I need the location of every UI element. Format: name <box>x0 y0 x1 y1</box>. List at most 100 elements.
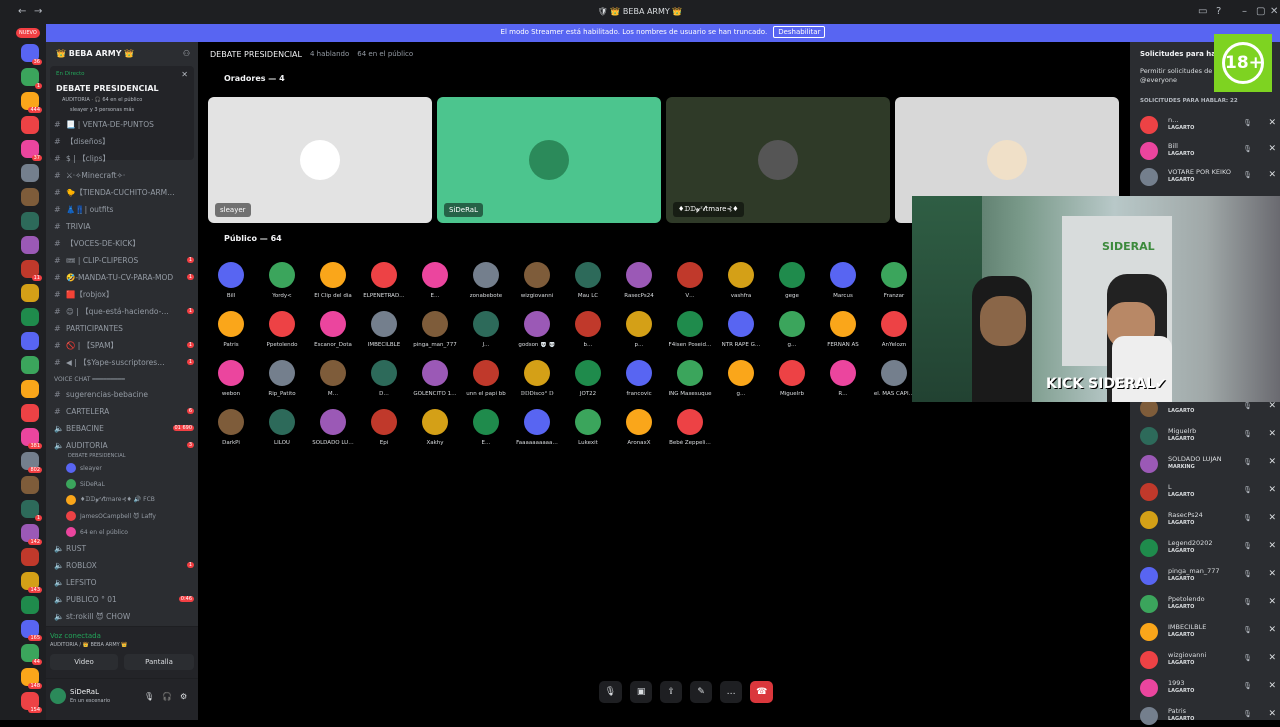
server-name[interactable]: 👑 BEBA ARMY 👑 <box>46 42 198 64</box>
invite-to-speak-icon[interactable]: 🎙 <box>1243 598 1252 606</box>
audience-member[interactable]: NTR RAPE G… <box>716 311 766 348</box>
request-item[interactable]: Miguelrb LAGARTO 🎙 ✕ <box>1140 425 1276 447</box>
channel-item[interactable]: # 🐤【TIENDA-CUCHITO-ARM… <box>54 184 194 200</box>
channel-item[interactable]: 🔈 BEBACINE 01 690 <box>54 420 194 436</box>
request-item[interactable]: pinga_man_777 LAGARTO 🎙 ✕ <box>1140 565 1276 587</box>
guild-icon[interactable]: 37 <box>21 140 42 161</box>
dismiss-icon[interactable]: ✕ <box>1268 144 1276 154</box>
audience-member[interactable]: ELPENETRAD… <box>359 262 409 299</box>
request-item[interactable]: n… LAGARTO 🎙 ✕ <box>1140 114 1276 136</box>
voice-member[interactable]: SiDeRaL <box>66 476 206 492</box>
request-item[interactable]: L LAGARTO 🎙 ✕ <box>1140 481 1276 503</box>
audience-member[interactable]: FERNAN AS <box>818 311 868 348</box>
audience-member[interactable]: LILOU <box>257 409 307 446</box>
dismiss-icon[interactable]: ✕ <box>1268 625 1276 635</box>
voice-member[interactable]: JamesOCampbell 😈 Laffy <box>66 508 206 524</box>
audience-member[interactable]: webon <box>206 360 256 397</box>
close-window-icon[interactable]: ✕ <box>1270 6 1278 17</box>
audience-member[interactable]: unn el papi bb <box>461 360 511 397</box>
audience-member[interactable]: F4isen Poseid… <box>665 311 715 348</box>
guild-icon[interactable]: 143 <box>21 572 42 593</box>
guild-icon[interactable] <box>21 596 39 614</box>
channel-item[interactable]: # 👗👖| outfits <box>54 201 194 217</box>
audience-member[interactable]: Faaaaaaaaaa… <box>512 409 562 446</box>
dismiss-icon[interactable]: ✕ <box>1268 541 1276 551</box>
channel-item[interactable]: # PARTICIPANTES <box>54 320 194 336</box>
invite-to-speak-icon[interactable]: 🎙 <box>1243 486 1252 494</box>
audience-member[interactable]: vashfra <box>716 262 766 299</box>
invite-to-speak-icon[interactable]: 🎙 <box>1243 570 1252 578</box>
audience-member[interactable]: g… <box>767 311 817 348</box>
audience-member[interactable]: zonabebote <box>461 262 511 299</box>
guild-icon[interactable]: 44 <box>21 644 42 665</box>
channel-item[interactable]: # ⚔·✧Minecraft✧· <box>54 167 194 183</box>
audience-member[interactable]: Patris <box>206 311 256 348</box>
guild-icon[interactable]: 165 <box>21 620 42 641</box>
audience-member[interactable]: gege <box>767 262 817 299</box>
channel-item[interactable]: # ◀ | 【$Yape-suscriptores… 1 <box>54 354 194 370</box>
dismiss-icon[interactable]: ✕ <box>1268 170 1276 180</box>
dismiss-icon[interactable]: ✕ <box>1268 597 1276 607</box>
guild-icon[interactable]: 1 <box>21 68 42 89</box>
guild-icon[interactable] <box>21 236 39 254</box>
channel-item[interactable]: 🔈 st:rokill 😈 CHOW <box>54 608 194 624</box>
speaker-tile[interactable]: ♦ᗪᗪ𝔂ᶻ𝓵tmare⊰♦ <box>666 97 890 223</box>
channel-item[interactable]: # 😊 | 【que-está-haciendo-… 1 <box>54 303 194 319</box>
channel-item[interactable]: # 🤣-MANDA-TU-CV-PARA-MOD 1 <box>54 269 194 285</box>
channel-item[interactable]: # sugerencias-bebacine <box>54 386 194 402</box>
audience-member[interactable]: ING Maxesuque <box>665 360 715 397</box>
invite-to-speak-icon[interactable]: 🎙 <box>1243 654 1252 662</box>
audience-member[interactable]: M… <box>308 360 358 397</box>
audience-member[interactable]: SOLDADO LU… <box>308 409 358 446</box>
audience-member[interactable]: GOLENCITO 1… <box>410 360 460 397</box>
audience-member[interactable]: Epi <box>359 409 409 446</box>
voice-member[interactable]: ♦ᗪᗪ𝔂ᶻ𝓵tmare⊰♦ 🔊 FCB <box>66 492 206 508</box>
request-item[interactable]: 1993 LAGARTO 🎙 ✕ <box>1140 677 1276 699</box>
guild-icon[interactable]: 36 <box>21 44 42 65</box>
audience-member[interactable]: IMBECILBLE <box>359 311 409 348</box>
inbox-icon[interactable]: ▭ <box>1198 6 1207 17</box>
invite-to-speak-icon[interactable]: 🎙 <box>1243 145 1252 153</box>
channel-item[interactable]: # 【VOCES-DE-KICK】 <box>54 235 194 251</box>
request-item[interactable]: VOTARE POR KEIKO LAGARTO 🎙 ✕ <box>1140 166 1276 188</box>
audience-member[interactable]: Bebé Zeppeli… <box>665 409 715 446</box>
minimize-icon[interactable]: – <box>1242 6 1247 17</box>
guild-icon[interactable]: 11 <box>21 260 42 281</box>
audience-member[interactable]: Lukexit <box>563 409 613 446</box>
dismiss-icon[interactable]: ✕ <box>1268 513 1276 523</box>
audience-member[interactable]: 𝔻𝔻Disco° 𝔻 <box>512 360 562 397</box>
guild-icon[interactable] <box>21 332 39 350</box>
invite-to-speak-icon[interactable]: 🎙 <box>1243 682 1252 690</box>
audience-member[interactable]: El Clip del día <box>308 262 358 299</box>
audience-member[interactable]: R… <box>818 360 868 397</box>
guild-icon[interactable] <box>21 284 39 302</box>
audience-member[interactable]: pinga_man_777 <box>410 311 460 348</box>
channel-item[interactable]: 🔈 ROBLOX 1 <box>54 557 194 573</box>
audience-member[interactable]: Marcus <box>818 262 868 299</box>
audience-member[interactable]: Xakhy <box>410 409 460 446</box>
request-item[interactable]: Patris LAGARTO 🎙 ✕ <box>1140 705 1276 727</box>
channel-item[interactable]: 🔈 RUST <box>54 540 194 556</box>
help-icon[interactable]: ? <box>1216 6 1221 17</box>
mic-icon[interactable]: 🎙 <box>144 692 154 701</box>
guild-icon[interactable] <box>21 380 39 398</box>
guild-icon[interactable]: 381 <box>21 428 42 449</box>
audience-member[interactable]: JOT22 <box>563 360 613 397</box>
camera-button[interactable]: ▣ <box>630 681 653 703</box>
audience-member[interactable]: Yordy< <box>257 262 307 299</box>
channel-item[interactable]: # 🚫 | 【SPAM】 1 <box>54 337 194 353</box>
channel-item[interactable]: # TRIVIA <box>54 218 194 234</box>
request-item[interactable]: SOLDADO LUJAN MARKING 🎙 ✕ <box>1140 453 1276 475</box>
audience-member[interactable]: Mau LC <box>563 262 613 299</box>
invite-to-speak-icon[interactable]: 🎙 <box>1243 542 1252 550</box>
audience-member[interactable]: E… <box>461 409 511 446</box>
guild-icon[interactable]: 802 <box>21 452 42 473</box>
guild-icon[interactable] <box>21 212 39 230</box>
audience-member[interactable]: godson 💀 💀 <box>512 311 562 348</box>
audience-member[interactable]: p… <box>614 311 664 348</box>
settings-icon[interactable]: ⚙ <box>180 692 187 701</box>
audience-member[interactable]: Miguelrb <box>767 360 817 397</box>
screen-button[interactable]: Pantalla <box>124 654 194 670</box>
user-avatar[interactable] <box>50 688 66 704</box>
guild-icon[interactable] <box>21 188 39 206</box>
